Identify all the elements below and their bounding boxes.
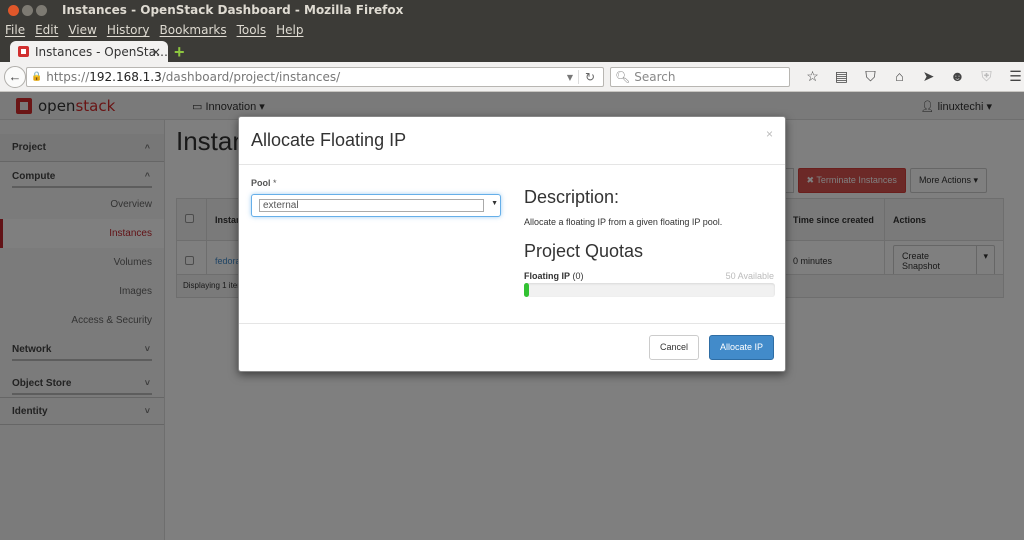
window-title: Instances - OpenStack Dashboard - Mozill…	[62, 3, 404, 17]
menu-edit[interactable]: Edit	[35, 23, 58, 37]
pool-label: Pool *	[251, 178, 277, 188]
browser-tab[interactable]: Instances - OpenSta… ×	[10, 41, 168, 62]
search-placeholder: Search	[634, 70, 676, 84]
modal-body: Pool * external ▼ Description: Allocate …	[239, 165, 785, 325]
pocket-icon[interactable]: ⛉	[856, 68, 885, 85]
window-titlebar: Instances - OpenStack Dashboard - Mozill…	[0, 0, 1024, 20]
url-bar[interactable]: 🔒 https://192.168.1.3/dashboard/project/…	[26, 67, 604, 87]
pool-selected-value: external	[259, 199, 484, 212]
quota-used: (0)	[572, 271, 584, 281]
url-path: /dashboard/project/instances/	[161, 70, 341, 84]
quota-progress-fill	[524, 283, 529, 297]
menu-file[interactable]: File	[5, 23, 25, 37]
window-minimize-button[interactable]	[22, 4, 33, 16]
description-heading: Description:	[524, 187, 620, 207]
menu-bar: File Edit View History Bookmarks Tools H…	[0, 20, 1024, 40]
chevron-down-icon: ▼	[491, 200, 498, 207]
allocate-ip-button[interactable]: Allocate IP	[708, 335, 774, 360]
quota-available: 50 Available	[725, 271, 774, 281]
menu-bookmarks[interactable]: Bookmarks	[160, 23, 227, 37]
reading-list-icon[interactable]: ▤	[827, 68, 856, 85]
bookmark-star-icon[interactable]: ☆	[798, 68, 827, 85]
toolbar-icons: ☆ ▤ ⛉ ⌂ ➤ ☻ ⛨ ☰	[798, 68, 1024, 85]
tab-bar: Instances - OpenSta… × +	[0, 40, 1024, 62]
quota-progress-bar	[524, 283, 775, 297]
menu-history[interactable]: History	[107, 23, 150, 37]
url-dropdown-icon[interactable]: ▼	[567, 73, 573, 82]
pool-select[interactable]: external ▼	[251, 194, 501, 217]
modal-header: Allocate Floating IP ×	[239, 117, 785, 165]
shield-icon[interactable]: ⛨	[972, 68, 1001, 85]
allocate-floating-ip-modal: Allocate Floating IP × Pool * external ▼…	[238, 116, 786, 372]
modal-title: Allocate Floating IP	[251, 130, 407, 150]
quota-label: Floating IP (0)	[524, 271, 584, 281]
window-close-button[interactable]	[8, 4, 19, 16]
menu-tools[interactable]: Tools	[237, 23, 267, 37]
chat-icon[interactable]: ☻	[943, 68, 972, 85]
url-host: 192.168.1.3	[89, 70, 162, 84]
search-input[interactable]: 🔍︎ Search	[610, 67, 790, 87]
send-icon[interactable]: ➤	[914, 68, 943, 85]
tab-close-icon[interactable]: ×	[151, 45, 161, 59]
close-icon[interactable]: ×	[766, 127, 773, 141]
pool-label-text: Pool	[251, 178, 271, 188]
back-button[interactable]: ←	[4, 65, 26, 88]
nav-toolbar: ← 🔒 https://192.168.1.3/dashboard/projec…	[0, 62, 1024, 92]
tab-label: Instances - OpenSta…	[35, 44, 168, 59]
menu-view[interactable]: View	[68, 23, 96, 37]
new-tab-button[interactable]: +	[174, 42, 185, 63]
home-icon[interactable]: ⌂	[885, 68, 914, 85]
modal-footer: Cancel Allocate IP	[239, 323, 785, 371]
required-marker: *	[273, 178, 277, 188]
openstack-favicon-icon	[18, 46, 29, 57]
menu-help[interactable]: Help	[276, 23, 303, 37]
url-prefix: https://	[46, 70, 90, 84]
lock-icon: 🔒	[31, 72, 43, 82]
quota-name: Floating IP	[524, 271, 570, 281]
reload-icon[interactable]: ↻	[577, 70, 595, 84]
quotas-heading: Project Quotas	[524, 241, 644, 261]
window-maximize-button[interactable]	[36, 4, 47, 16]
description-text: Allocate a floating IP from a given floa…	[524, 217, 723, 227]
cancel-button[interactable]: Cancel	[648, 335, 699, 360]
menu-icon[interactable]: ☰	[1001, 68, 1024, 85]
search-icon: 🔍︎	[615, 70, 631, 84]
